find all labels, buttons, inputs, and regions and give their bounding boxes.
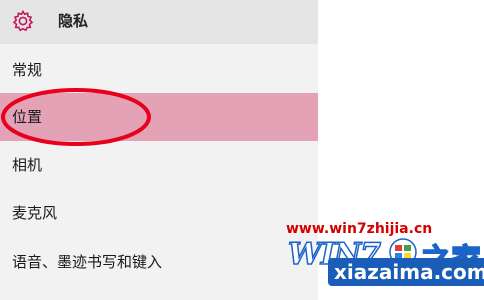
settings-sidebar: 隐私 常规 位置 相机 麦克风 语音、墨迹书写和键入: [0, 0, 318, 300]
nav-item-label: 语音、墨迹书写和键入: [12, 253, 163, 271]
watermark-site: xiazaima.com: [328, 258, 484, 286]
watermark-url: www.win7zhijia.cn: [286, 221, 433, 237]
nav-item-microphone[interactable]: 麦克风: [0, 189, 318, 237]
nav-item-label: 位置: [12, 108, 43, 126]
settings-header: 隐私: [0, 0, 318, 44]
gear-icon[interactable]: [11, 9, 35, 33]
nav-item-general[interactable]: 常规: [0, 46, 318, 94]
page-title: 隐私: [58, 12, 89, 30]
nav-item-label: 常规: [12, 61, 43, 79]
nav-item-location[interactable]: 位置: [0, 93, 318, 141]
settings-privacy-page: 隐私 常规 位置 相机 麦克风 语音、墨迹书写和键入 www.win7zhiji…: [0, 0, 484, 300]
nav-item-label: 麦克风: [12, 204, 58, 222]
nav-item-camera[interactable]: 相机: [0, 141, 318, 189]
nav-item-label: 相机: [12, 156, 43, 174]
nav-item-speech-inking-typing[interactable]: 语音、墨迹书写和键入: [0, 238, 318, 286]
watermark-site-text: xiazaima.com: [334, 260, 484, 284]
